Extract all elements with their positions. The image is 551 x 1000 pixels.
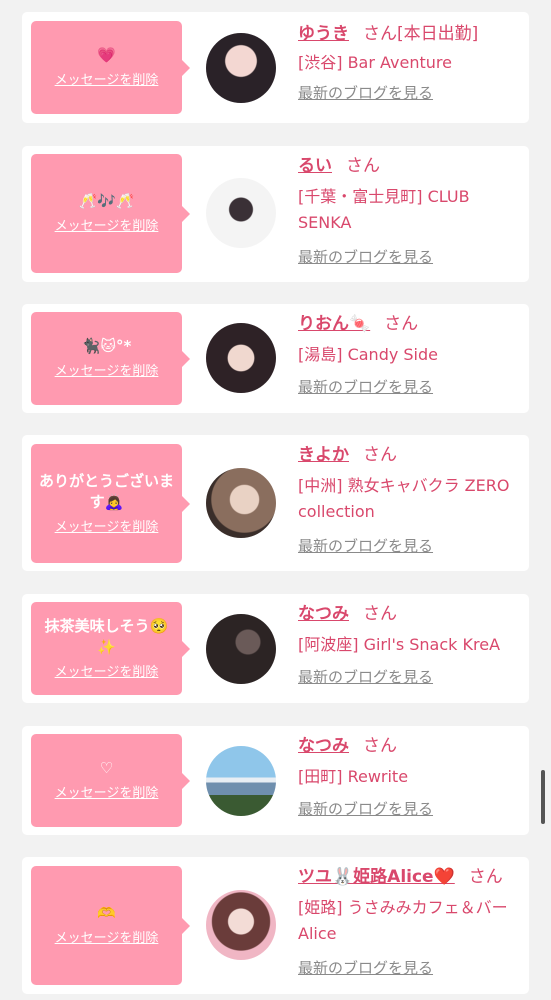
message-bubble: ありがとうございます🙇‍♀️ メッセージを削除 <box>31 444 190 563</box>
delete-message-link[interactable]: メッセージを削除 <box>55 930 159 948</box>
avatar[interactable] <box>206 323 276 393</box>
latest-blog-link[interactable]: 最新のブログを見る <box>298 957 523 979</box>
shop-name: [渋谷] Bar Aventure <box>298 53 452 72</box>
message-text: ♡ <box>99 759 114 777</box>
cast-name-link[interactable]: きよか <box>298 445 349 465</box>
message-text: 🫶 <box>97 904 116 922</box>
delete-message-link[interactable]: メッセージを削除 <box>55 72 159 90</box>
latest-blog-link[interactable]: 最新のブログを見る <box>298 82 523 104</box>
shop-name: [阿波座] Girl's Snack KreA <box>298 635 501 654</box>
scrollbar-thumb[interactable] <box>541 770 545 824</box>
cast-info: ゆうき さん[本日出勤] [渋谷] Bar Aventure 最新のブログを見る <box>298 22 523 104</box>
message-bubble: ♡ メッセージを削除 <box>31 734 190 827</box>
message-card: ありがとうございます🙇‍♀️ メッセージを削除 きよか さん [中洲] 熟女キャバ… <box>22 435 529 571</box>
san-label: さん <box>468 867 503 887</box>
delete-message-link[interactable]: メッセージを削除 <box>55 664 159 682</box>
message-bubble: 🫶 メッセージを削除 <box>31 866 190 985</box>
latest-blog-link[interactable]: 最新のブログを見る <box>298 666 523 688</box>
shop-name: [姫路] うさみみカフェ＆バー Alice <box>298 898 524 943</box>
message-card: 💗 メッセージを削除 ゆうき さん[本日出勤] [渋谷] Bar Aventure… <box>22 12 529 123</box>
san-label: さん <box>384 314 419 334</box>
message-text: ありがとうございます🙇‍♀️ <box>38 471 174 511</box>
cast-name-link[interactable]: るい <box>298 156 332 176</box>
cast-name-link[interactable]: なつみ <box>298 604 349 624</box>
message-bubble: 💗 メッセージを削除 <box>31 21 190 114</box>
cast-name-link[interactable]: なつみ <box>298 736 349 756</box>
shop-name: [千葉・富士見町] CLUB SENKA <box>298 187 470 232</box>
message-text: 🥂🎶🥂 <box>78 192 135 210</box>
shop-name: [湯島] Candy Side <box>298 345 439 364</box>
message-card: ♡ メッセージを削除 なつみ さん [田町] Rewrite 最新のブログを見る <box>22 726 529 835</box>
shop-name: [中洲] 熟女キャバクラ ZERO collection <box>298 476 510 521</box>
latest-blog-link[interactable]: 最新のブログを見る <box>298 246 523 268</box>
message-bubble: 🐈‍⬛🐱°* メッセージを削除 <box>31 312 190 405</box>
message-card: 抹茶美味しそう🥺✨ メッセージを削除 なつみ さん [阿波座] Girl's Sn… <box>22 594 529 703</box>
message-card: 🐈‍⬛🐱°* メッセージを削除 りおん🍬 さん [湯島] Candy Side 最… <box>22 304 529 413</box>
delete-message-link[interactable]: メッセージを削除 <box>55 363 159 381</box>
cast-info: るい さん [千葉・富士見町] CLUB SENKA 最新のブログを見る <box>298 154 523 268</box>
san-label: さん <box>363 24 397 44</box>
cast-info: ツユ🐰姫路Alice❤️ さん [姫路] うさみみカフェ＆バー Alice 最新の… <box>298 865 524 979</box>
avatar[interactable] <box>206 178 276 248</box>
latest-blog-link[interactable]: 最新のブログを見る <box>298 376 523 398</box>
cast-name-link[interactable]: ツユ🐰姫路Alice❤️ <box>298 867 455 887</box>
message-card: 🥂🎶🥂 メッセージを削除 るい さん [千葉・富士見町] CLUB SENKA 最… <box>22 146 529 282</box>
message-card: 🫶 メッセージを削除 ツユ🐰姫路Alice❤️ さん [姫路] うさみみカフェ＆バ… <box>22 857 529 994</box>
cast-info: なつみ さん [田町] Rewrite 最新のブログを見る <box>298 734 523 820</box>
san-label: さん <box>363 445 397 465</box>
san-label: さん <box>363 736 397 756</box>
san-label: さん <box>346 156 380 176</box>
message-text: 💗 <box>97 46 116 64</box>
cast-name-link[interactable]: ゆうき <box>298 24 349 44</box>
cast-info: なつみ さん [阿波座] Girl's Snack KreA 最新のブログを見る <box>298 602 523 688</box>
avatar[interactable] <box>206 468 276 538</box>
message-bubble: 抹茶美味しそう🥺✨ メッセージを削除 <box>31 602 190 695</box>
message-text: 🐈‍⬛🐱°* <box>81 337 132 355</box>
message-text: 抹茶美味しそう🥺✨ <box>44 616 169 656</box>
latest-blog-link[interactable]: 最新のブログを見る <box>298 798 523 820</box>
delete-message-link[interactable]: メッセージを削除 <box>55 785 159 803</box>
delete-message-link[interactable]: メッセージを削除 <box>55 519 159 537</box>
message-bubble: 🥂🎶🥂 メッセージを削除 <box>31 154 190 273</box>
avatar[interactable] <box>206 614 276 684</box>
cast-name-link[interactable]: りおん🍬 <box>298 314 370 334</box>
delete-message-link[interactable]: メッセージを削除 <box>55 218 159 236</box>
avatar[interactable] <box>206 33 276 103</box>
shop-name: [田町] Rewrite <box>298 767 409 786</box>
avatar[interactable] <box>206 890 276 960</box>
cast-info: きよか さん [中洲] 熟女キャバクラ ZERO collection 最新のブロ… <box>298 443 523 557</box>
cast-info: りおん🍬 さん [湯島] Candy Side 最新のブログを見る <box>298 312 523 398</box>
status-badge: [本日出勤] <box>397 24 479 44</box>
avatar[interactable] <box>206 746 276 816</box>
san-label: さん <box>363 604 397 624</box>
latest-blog-link[interactable]: 最新のブログを見る <box>298 535 523 557</box>
